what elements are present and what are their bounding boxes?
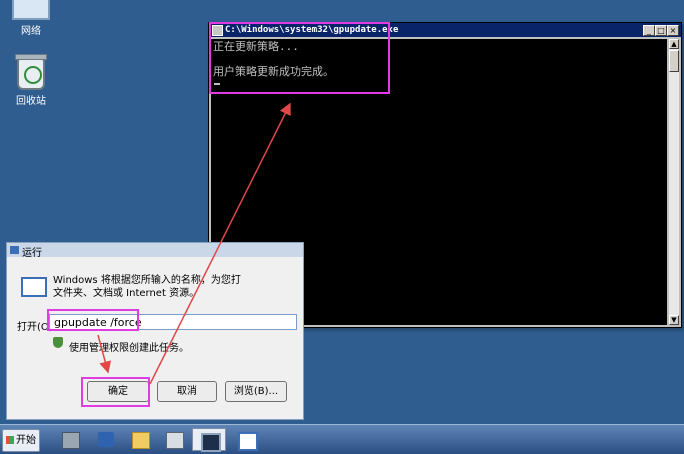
arrow-to-ok <box>97 334 112 374</box>
start-label: 开始 <box>16 435 36 446</box>
taskbar: 开始 <box>0 424 684 454</box>
taskbar-server-manager[interactable] <box>56 428 84 451</box>
arrow-to-console <box>149 102 291 385</box>
windows-logo-icon <box>6 436 14 444</box>
taskbar-run[interactable] <box>232 428 260 451</box>
command-prompt-icon <box>201 433 221 452</box>
annotation-arrows <box>97 102 291 385</box>
notes-icon <box>166 432 184 449</box>
start-button[interactable]: 开始 <box>2 429 40 452</box>
taskbar-notes[interactable] <box>160 428 188 451</box>
taskbar-command-prompt[interactable] <box>192 428 226 452</box>
folder-icon <box>132 432 150 449</box>
run-icon <box>238 432 258 451</box>
server-manager-icon <box>62 432 80 449</box>
powershell-icon <box>98 432 114 447</box>
taskbar-powershell[interactable] <box>92 428 120 451</box>
taskbar-explorer[interactable] <box>126 428 154 451</box>
